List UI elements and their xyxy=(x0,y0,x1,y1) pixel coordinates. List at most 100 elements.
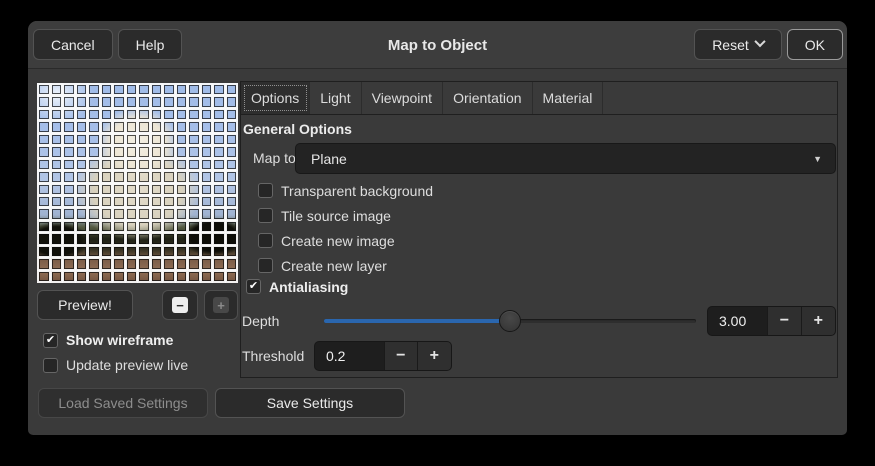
depth-slider[interactable] xyxy=(324,306,696,336)
wireframe-cell xyxy=(77,209,87,218)
wireframe-cell xyxy=(152,97,162,106)
wireframe-cell xyxy=(52,147,62,156)
wireframe-cell xyxy=(39,135,49,144)
depth-value[interactable]: 3.00 xyxy=(708,307,767,335)
wireframe-cell xyxy=(214,247,224,256)
antialiasing-checkbox[interactable]: ✔ xyxy=(246,279,261,294)
wireframe-cell xyxy=(202,222,212,231)
load-saved-settings-button[interactable]: Load Saved Settings xyxy=(38,388,208,418)
save-settings-button[interactable]: Save Settings xyxy=(215,388,405,418)
checkbox-row-create-new-image[interactable]: Create new image xyxy=(258,228,433,253)
wireframe-cell xyxy=(227,135,237,144)
map-to-value: Plane xyxy=(296,151,813,167)
wireframe-cell xyxy=(164,110,174,119)
checkbox[interactable] xyxy=(258,183,273,198)
show-wireframe-row[interactable]: ✔ Show wireframe xyxy=(43,332,173,348)
wireframe-cell xyxy=(77,259,87,268)
wireframe-cell xyxy=(177,222,187,231)
wireframe-cell xyxy=(77,172,87,181)
wireframe-cell xyxy=(89,160,99,169)
wireframe-cell xyxy=(202,172,212,181)
wireframe-cell xyxy=(89,85,99,94)
wireframe-cell xyxy=(189,122,199,131)
wireframe-cell xyxy=(177,97,187,106)
wireframe-cell xyxy=(177,147,187,156)
wireframe-cell xyxy=(152,247,162,256)
update-preview-live-label: Update preview live xyxy=(66,357,188,373)
zoom-out-button[interactable]: − xyxy=(162,290,198,320)
wireframe-cell xyxy=(127,209,137,218)
wireframe-cell xyxy=(202,147,212,156)
wireframe-cell xyxy=(64,122,74,131)
tab-viewpoint[interactable]: Viewpoint xyxy=(362,82,443,114)
reset-button[interactable]: Reset xyxy=(694,29,782,60)
wireframe-cell xyxy=(227,172,237,181)
wireframe-cell xyxy=(64,247,74,256)
zoom-in-icon: + xyxy=(213,297,229,313)
check-icon: ✔ xyxy=(249,281,258,292)
wireframe-cell xyxy=(164,97,174,106)
depth-decrement-button[interactable]: − xyxy=(767,307,800,335)
wireframe-cell xyxy=(89,247,99,256)
wireframe-cell xyxy=(102,247,112,256)
wireframe-cell xyxy=(39,209,49,218)
wireframe-cell xyxy=(152,147,162,156)
preview-image[interactable] xyxy=(37,83,238,283)
wireframe-cell xyxy=(39,272,49,281)
wireframe-cell xyxy=(227,160,237,169)
wireframe-cell xyxy=(177,209,187,218)
wireframe-cell xyxy=(164,185,174,194)
wireframe-cell xyxy=(152,160,162,169)
threshold-row: Threshold 0.2 − + xyxy=(241,341,837,371)
preview-button[interactable]: Preview! xyxy=(37,290,133,320)
wireframe-cell xyxy=(64,222,74,231)
checkbox[interactable] xyxy=(258,233,273,248)
wireframe-cell xyxy=(139,185,149,194)
wireframe-cell xyxy=(202,209,212,218)
tab-options[interactable]: Options xyxy=(241,82,310,114)
ok-button[interactable]: OK xyxy=(787,29,843,60)
section-title: General Options xyxy=(243,121,352,137)
wireframe-cell xyxy=(114,147,124,156)
wireframe-cell xyxy=(52,160,62,169)
zoom-in-button[interactable]: + xyxy=(204,290,238,320)
threshold-value[interactable]: 0.2 xyxy=(315,342,384,370)
update-preview-live-checkbox[interactable] xyxy=(43,358,58,373)
wireframe-cell xyxy=(202,272,212,281)
wireframe-cell xyxy=(164,172,174,181)
depth-increment-button[interactable]: + xyxy=(801,307,835,335)
checkbox-row-create-new-layer[interactable]: Create new layer xyxy=(258,253,433,278)
depth-slider-handle[interactable] xyxy=(499,310,521,332)
wireframe-cell xyxy=(102,185,112,194)
checkbox-row-transparent-background[interactable]: Transparent background xyxy=(258,178,433,203)
wireframe-cell xyxy=(214,160,224,169)
update-preview-live-row[interactable]: Update preview live xyxy=(43,357,188,373)
show-wireframe-checkbox[interactable]: ✔ xyxy=(43,333,58,348)
wireframe-cell xyxy=(202,247,212,256)
map-to-dropdown[interactable]: Plane ▼ xyxy=(295,143,836,174)
wireframe-cell xyxy=(127,97,137,106)
wireframe-cell xyxy=(214,185,224,194)
wireframe-cell xyxy=(152,272,162,281)
wireframe-cell xyxy=(114,209,124,218)
checkbox[interactable] xyxy=(258,208,273,223)
wireframe-cell xyxy=(64,147,74,156)
wireframe-cell xyxy=(77,222,87,231)
threshold-increment-button[interactable]: + xyxy=(417,342,451,370)
wireframe-cell xyxy=(89,185,99,194)
checkbox-row-tile-source-image[interactable]: Tile source image xyxy=(258,203,433,228)
checkbox[interactable] xyxy=(258,258,273,273)
checkbox-label: Create new layer xyxy=(281,258,387,274)
tab-light[interactable]: Light xyxy=(310,82,361,114)
threshold-decrement-button[interactable]: − xyxy=(384,342,416,370)
wireframe-cell xyxy=(164,234,174,243)
wireframe-cell xyxy=(139,160,149,169)
tab-material[interactable]: Material xyxy=(533,82,604,114)
wireframe-cell xyxy=(52,247,62,256)
wireframe-cell xyxy=(52,172,62,181)
wireframe-cell xyxy=(39,122,49,131)
tab-orientation[interactable]: Orientation xyxy=(443,82,532,114)
wireframe-cell xyxy=(127,197,137,206)
wireframe-cell xyxy=(214,122,224,131)
antialiasing-row[interactable]: ✔ Antialiasing xyxy=(246,278,348,295)
